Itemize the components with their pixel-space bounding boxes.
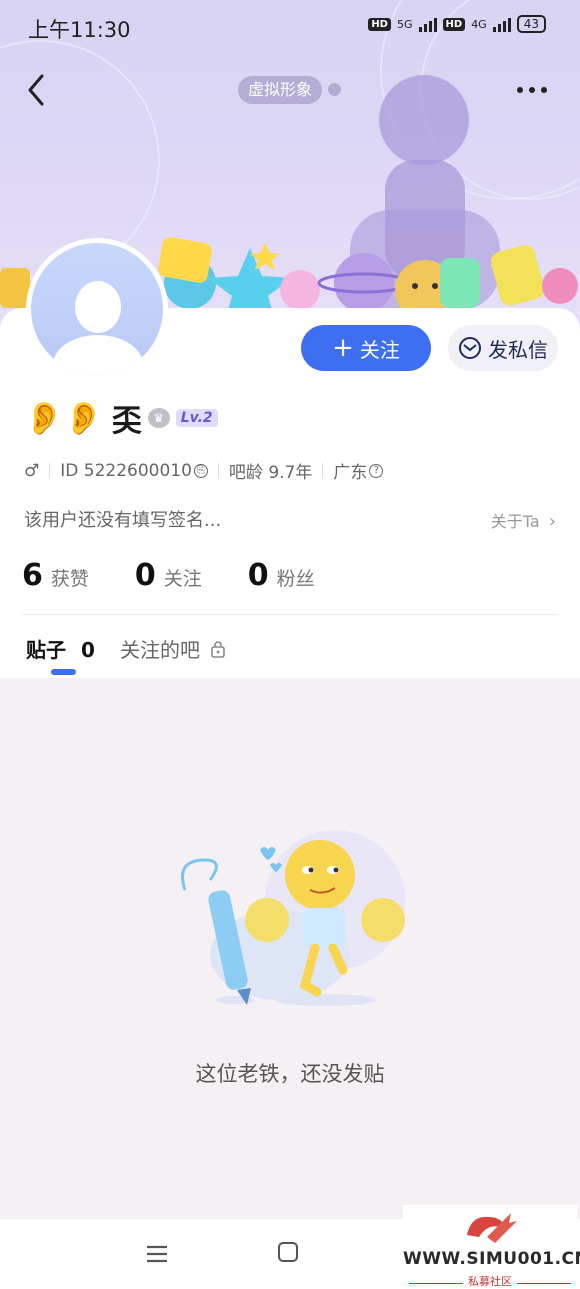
virtual-avatar-button[interactable]: 虚拟形象 <box>238 76 323 104</box>
menu-icon[interactable] <box>146 1244 168 1264</box>
stat-fans[interactable]: 0 粉丝 <box>248 558 315 593</box>
section-divider <box>22 614 558 615</box>
divider <box>49 462 51 479</box>
avatar[interactable] <box>26 238 168 380</box>
stat-label: 粉丝 <box>276 568 315 590</box>
empty-state-text: 这位老铁，还没发贴 <box>195 1062 385 1086</box>
battery-icon: 43 <box>516 15 546 33</box>
network-4g-label: 4G <box>471 17 487 31</box>
profile-stats: 6 获赞 0 关注 0 粉丝 <box>22 558 361 593</box>
more-dots-icon[interactable] <box>512 80 552 100</box>
signal-icon-2 <box>492 16 511 32</box>
crown-badge-icon[interactable]: ♛ <box>147 408 170 428</box>
divider <box>322 462 324 479</box>
user-id: ID 5222600010 <box>60 460 192 481</box>
stat-label: 获赞 <box>50 568 89 590</box>
network-5g-label: 5G <box>396 17 413 31</box>
signal-icon <box>418 16 437 32</box>
copy-icon[interactable]: ⎘ <box>193 463 208 478</box>
status-bar: 上午11:30 HD 5G HD 4G 43 <box>0 0 580 52</box>
status-time: 上午11:30 <box>28 18 131 42</box>
about-link[interactable]: 关于Ta › <box>491 508 556 532</box>
empty-state-illustration <box>181 830 405 1006</box>
envelope-icon <box>459 337 481 359</box>
hd-badge-2: HD <box>442 17 466 31</box>
profile-meta-row: ♂ ID 5222600010 ⎘ 吧龄 9.7年 广东 ? <box>24 458 384 483</box>
private-message-label: 发私信 <box>488 337 548 362</box>
lock-icon <box>211 640 225 658</box>
signature-text: 该用户还没有填写签名... <box>24 510 222 531</box>
virtual-avatar-dot <box>328 83 341 96</box>
active-tab-indicator <box>51 669 76 675</box>
plus-icon: + <box>332 333 354 363</box>
chevron-right-icon: › <box>548 511 556 532</box>
stat-likes[interactable]: 6 获赞 <box>22 558 89 593</box>
tab-posts-count: 0 <box>80 638 95 662</box>
tab-followed-bars[interactable]: 关注的吧 <box>120 634 226 663</box>
ear-emoji: 👂👂 <box>24 399 104 437</box>
home-square-icon[interactable] <box>278 1242 298 1262</box>
stat-value: 6 <box>22 558 43 593</box>
about-label: 关于Ta <box>490 512 540 531</box>
username-row: 👂👂 奀 ♛ Lv.2 <box>24 398 218 439</box>
stat-value: 0 <box>134 558 156 593</box>
watermark-logo <box>467 1213 517 1243</box>
tab-posts-label: 贴子 <box>26 638 66 662</box>
level-badge[interactable]: Lv.2 <box>175 409 218 427</box>
follow-label: 关注 <box>359 337 400 362</box>
tab-followed-bars-label: 关注的吧 <box>120 638 200 662</box>
watermark-cn: 私募社区 <box>468 1275 512 1288</box>
watermark-url: WWW.SIMU001.CN <box>403 1249 580 1269</box>
watermark: WWW.SIMU001.CN 私募社区 <box>403 1205 580 1289</box>
divider <box>217 462 219 479</box>
help-question-icon[interactable]: ? <box>369 463 384 478</box>
tab-posts[interactable]: 贴子 0 <box>26 634 95 663</box>
follow-button[interactable]: + 关注 <box>301 325 431 371</box>
region: 广东 <box>333 463 368 483</box>
username: 奀 <box>111 404 142 439</box>
private-message-button[interactable]: 发私信 <box>448 325 558 371</box>
stat-value: 0 <box>247 558 269 593</box>
hd-badge: HD <box>368 17 391 31</box>
stat-following[interactable]: 0 关注 <box>135 558 202 593</box>
default-avatar-icon <box>31 243 163 375</box>
male-gender-icon: ♂ <box>24 460 40 481</box>
back-chevron-left-icon[interactable] <box>22 70 58 110</box>
stat-label: 关注 <box>163 568 202 590</box>
bar-age: 吧龄 9.7年 <box>228 463 313 483</box>
